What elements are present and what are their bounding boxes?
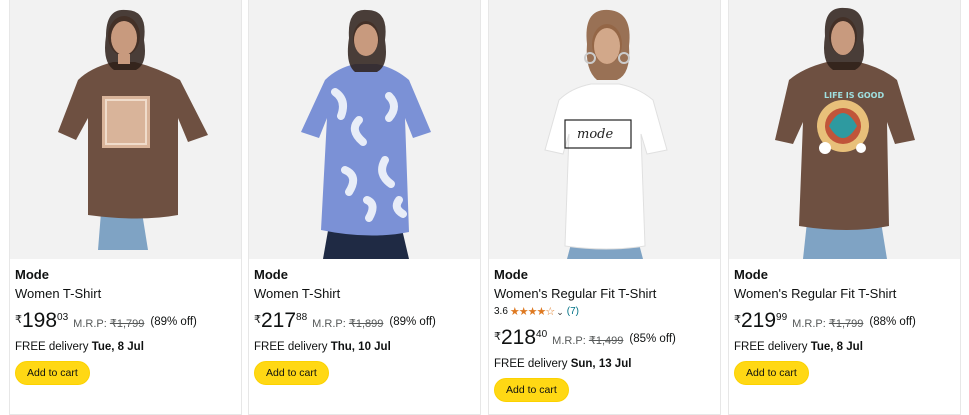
discount-text: (85% off) <box>629 333 676 345</box>
price-fraction: 99 <box>776 312 788 323</box>
product-brand: Mode <box>254 267 288 282</box>
mrp: M.R.P: ₹1,799 <box>792 317 863 330</box>
delivery-prefix: FREE delivery <box>734 341 808 353</box>
discount-text: (89% off) <box>150 316 197 328</box>
discount-text: (88% off) <box>869 316 916 328</box>
delivery-date: Thu, 10 Jul <box>330 341 391 353</box>
price-row: ₹ 219 99 M.R.P: ₹1,799 (88% off) <box>734 310 955 334</box>
price-fraction: 88 <box>296 312 308 323</box>
product-card[interactable]: mode Mode Women's Regular Fit T-Shirt 3.… <box>488 0 721 415</box>
delivery-prefix: FREE delivery <box>15 341 89 353</box>
delivery-date: Tue, 8 Jul <box>91 341 144 353</box>
white-mode-tshirt-photo-icon: mode <box>489 0 720 259</box>
mrp-label: M.R.P: <box>552 335 586 347</box>
mrp-value: ₹1,499 <box>588 335 624 347</box>
price-whole: 198 <box>22 309 58 332</box>
discount-text: (89% off) <box>389 316 436 328</box>
mrp-value: ₹1,799 <box>109 318 145 330</box>
price-whole: 218 <box>501 326 537 349</box>
price-row: ₹ 198 03 M.R.P: ₹1,799 (89% off) <box>15 310 236 334</box>
brown-tshirt-photo-icon <box>10 0 241 259</box>
price-fraction: 40 <box>536 329 548 340</box>
chevron-down-icon[interactable]: ⌄ <box>556 305 564 319</box>
product-image[interactable] <box>10 0 241 259</box>
product-brand: Mode <box>494 267 528 282</box>
product-card[interactable]: Mode Women T-Shirt ₹ 217 88 M.R.P: ₹1,89… <box>248 0 481 415</box>
price-row: ₹ 218 40 M.R.P: ₹1,499 (85% off) <box>494 327 715 351</box>
product-image[interactable]: mode <box>489 0 720 259</box>
product-card[interactable]: LIFE IS GOOD Mode Women's Regular Fit T-… <box>728 0 961 415</box>
product-image[interactable]: LIFE IS GOOD <box>729 0 960 259</box>
mrp: M.R.P: ₹1,499 <box>552 334 623 347</box>
brown-life-is-good-tshirt-photo-icon: LIFE IS GOOD <box>729 0 960 259</box>
star-rating-icon[interactable]: ★★★★☆ <box>510 305 555 319</box>
mrp-label: M.R.P: <box>312 318 346 330</box>
price-whole: 217 <box>261 309 297 332</box>
add-to-cart-button[interactable]: Add to cart <box>15 361 90 385</box>
price-fraction: 03 <box>57 312 69 323</box>
product-brand: Mode <box>15 267 49 282</box>
product-title[interactable]: Women's Regular Fit T-Shirt <box>494 284 715 304</box>
print-text: mode <box>577 127 613 142</box>
rating-value: 3.6 <box>494 306 508 317</box>
mrp-label: M.R.P: <box>73 318 107 330</box>
mrp-value: ₹1,899 <box>348 318 384 330</box>
mrp: M.R.P: ₹1,799 <box>73 317 144 330</box>
product-image[interactable] <box>249 0 480 259</box>
blue-floral-tshirt-photo-icon <box>249 0 480 259</box>
product-title[interactable]: Women's Regular Fit T-Shirt <box>734 284 955 304</box>
currency-symbol: ₹ <box>734 314 741 326</box>
mrp-value: ₹1,799 <box>828 318 864 330</box>
delivery-prefix: FREE delivery <box>494 358 568 370</box>
product-grid: Mode Women T-Shirt ₹ 198 03 M.R.P: ₹1,79… <box>0 0 969 415</box>
product-card[interactable]: Mode Women T-Shirt ₹ 198 03 M.R.P: ₹1,79… <box>9 0 242 415</box>
add-to-cart-button[interactable]: Add to cart <box>254 361 329 385</box>
rating-row[interactable]: 3.6 ★★★★☆ ⌄ (7) <box>494 305 715 319</box>
add-to-cart-button[interactable]: Add to cart <box>494 378 569 402</box>
product-brand: Mode <box>734 267 768 282</box>
currency-symbol: ₹ <box>494 331 501 343</box>
delivery-info: FREE delivery Tue, 8 Jul <box>734 339 955 355</box>
price-whole: 219 <box>741 309 777 332</box>
delivery-info: FREE delivery Thu, 10 Jul <box>254 339 475 355</box>
currency-symbol: ₹ <box>254 314 261 326</box>
product-title[interactable]: Women T-Shirt <box>15 284 236 304</box>
rating-count[interactable]: (7) <box>567 305 579 319</box>
print-text: LIFE IS GOOD <box>824 91 884 100</box>
delivery-info: FREE delivery Tue, 8 Jul <box>15 339 236 355</box>
delivery-prefix: FREE delivery <box>254 341 328 353</box>
mrp-label: M.R.P: <box>792 318 826 330</box>
add-to-cart-button[interactable]: Add to cart <box>734 361 809 385</box>
product-title[interactable]: Women T-Shirt <box>254 284 475 304</box>
mrp: M.R.P: ₹1,899 <box>312 317 383 330</box>
price-row: ₹ 217 88 M.R.P: ₹1,899 (89% off) <box>254 310 475 334</box>
currency-symbol: ₹ <box>15 314 22 326</box>
delivery-info: FREE delivery Sun, 13 Jul <box>494 356 715 372</box>
delivery-date: Tue, 8 Jul <box>810 341 863 353</box>
delivery-date: Sun, 13 Jul <box>570 358 632 370</box>
